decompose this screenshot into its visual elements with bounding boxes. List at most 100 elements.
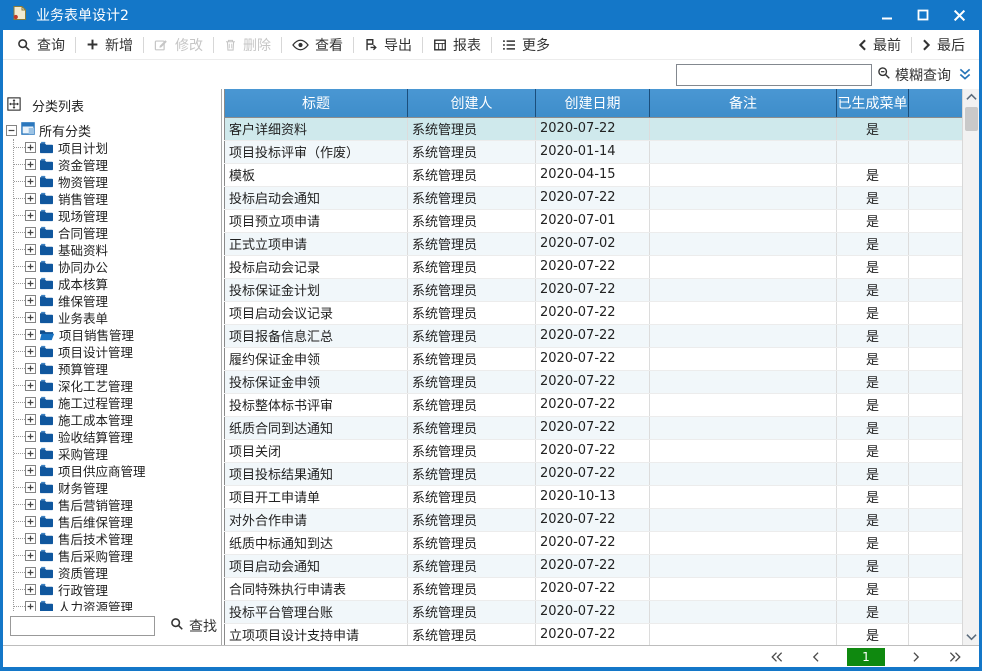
tree-item[interactable]: 售后维保管理 <box>14 513 219 530</box>
tree-item[interactable]: 预算管理 <box>14 360 219 377</box>
table-row[interactable]: 投标启动会记录 系统管理员 2020-07-22 是 <box>225 255 963 278</box>
expand-plus-icon[interactable] <box>25 346 36 357</box>
toolbar-button[interactable]: 新增 <box>76 30 143 59</box>
close-button[interactable] <box>947 5 971 25</box>
table-row[interactable]: 合同特殊执行申请表 系统管理员 2020-07-22 是 <box>225 577 963 600</box>
maximize-button[interactable] <box>911 5 935 25</box>
table-row[interactable]: 项目开工申请单 系统管理员 2020-10-13 是 <box>225 485 963 508</box>
tree-item[interactable]: 人力资源管理 <box>14 598 219 611</box>
table-row[interactable]: 模板 系统管理员 2020-04-15 是 <box>225 163 963 186</box>
expand-plus-icon[interactable] <box>25 176 36 187</box>
expand-plus-icon[interactable] <box>25 261 36 272</box>
nav-last-button[interactable]: 最后 <box>912 35 975 55</box>
expand-plus-icon[interactable] <box>25 448 36 459</box>
table-scrollbar[interactable] <box>962 89 979 645</box>
expand-plus-icon[interactable] <box>25 431 36 442</box>
toolbar-button[interactable]: 删除 <box>214 30 281 59</box>
tree-item[interactable]: 资金管理 <box>14 156 219 173</box>
toolbar-button[interactable]: 修改 <box>144 30 213 59</box>
tree-item[interactable]: 售后技术管理 <box>14 530 219 547</box>
tree-item[interactable]: 施工成本管理 <box>14 411 219 428</box>
tree-item[interactable]: 协同办公 <box>14 258 219 275</box>
expand-plus-icon[interactable] <box>25 516 36 527</box>
prev-page-button[interactable] <box>811 651 820 663</box>
expand-plus-icon[interactable] <box>25 227 36 238</box>
next-page-button[interactable] <box>912 651 921 663</box>
expand-plus-icon[interactable] <box>25 244 36 255</box>
expand-plus-icon[interactable] <box>25 584 36 595</box>
table-row[interactable]: 项目投标评审（作废） 系统管理员 2020-01-14 <box>225 140 963 163</box>
column-header[interactable]: 已生成菜单 <box>837 89 909 117</box>
expand-plus-icon[interactable] <box>25 499 36 510</box>
expand-plus-icon[interactable] <box>25 329 36 340</box>
expand-plus-icon[interactable] <box>25 567 36 578</box>
column-header[interactable]: 备注 <box>650 89 837 117</box>
toolbar-button[interactable]: 查看 <box>282 30 353 59</box>
expand-plus-icon[interactable] <box>25 601 36 611</box>
expand-plus-icon[interactable] <box>25 482 36 493</box>
pan-icon[interactable] <box>7 97 21 115</box>
expand-plus-icon[interactable] <box>25 193 36 204</box>
scrollbar-thumb[interactable] <box>965 107 978 131</box>
collapse-expander-icon[interactable] <box>6 125 17 136</box>
expand-plus-icon[interactable] <box>25 397 36 408</box>
tree-item[interactable]: 维保管理 <box>14 292 219 309</box>
table-row[interactable]: 投标保证金计划 系统管理员 2020-07-22 是 <box>225 278 963 301</box>
tree-item[interactable]: 项目设计管理 <box>14 343 219 360</box>
toolbar-button[interactable]: 更多 <box>492 30 560 59</box>
tree-find-input[interactable] <box>10 616 155 636</box>
tree-item[interactable]: 物资管理 <box>14 173 219 190</box>
toolbar-button[interactable]: 查询 <box>7 30 75 59</box>
minimize-button[interactable] <box>875 5 899 25</box>
table-row[interactable]: 项目关闭 系统管理员 2020-07-22 是 <box>225 439 963 462</box>
expand-plus-icon[interactable] <box>25 380 36 391</box>
fuzzy-search-input[interactable] <box>676 64 872 86</box>
tree-item[interactable]: 售后采购管理 <box>14 547 219 564</box>
tree-item[interactable]: 合同管理 <box>14 224 219 241</box>
table-row[interactable]: 投标启动会通知 系统管理员 2020-07-22 是 <box>225 186 963 209</box>
tree-item[interactable]: 售后营销管理 <box>14 496 219 513</box>
tree-root-node[interactable]: 所有分类 <box>6 121 219 139</box>
table-row[interactable]: 项目预立项申请 系统管理员 2020-07-01 是 <box>225 209 963 232</box>
table-row[interactable]: 纸质中标通知到达 系统管理员 2020-07-22 是 <box>225 531 963 554</box>
table-row[interactable]: 正式立项申请 系统管理员 2020-07-02 是 <box>225 232 963 255</box>
expand-plus-icon[interactable] <box>25 278 36 289</box>
expand-plus-icon[interactable] <box>25 159 36 170</box>
expand-plus-icon[interactable] <box>25 550 36 561</box>
table-row[interactable]: 对外合作申请 系统管理员 2020-07-22 是 <box>225 508 963 531</box>
column-header[interactable]: 创建人 <box>408 89 536 117</box>
table-row[interactable]: 项目投标结果通知 系统管理员 2020-07-22 是 <box>225 462 963 485</box>
table-row[interactable]: 项目启动会通知 系统管理员 2020-07-22 是 <box>225 554 963 577</box>
table-row[interactable]: 项目启动会议记录 系统管理员 2020-07-22 是 <box>225 301 963 324</box>
tree-item[interactable]: 财务管理 <box>14 479 219 496</box>
tree-item[interactable]: 行政管理 <box>14 581 219 598</box>
tree-item[interactable]: 项目计划 <box>14 139 219 156</box>
expand-plus-icon[interactable] <box>25 142 36 153</box>
current-page-badge[interactable]: 1 <box>847 648 885 666</box>
collapse-chevrons-icon[interactable] <box>958 68 972 81</box>
tree-find-button[interactable]: 查找 <box>170 616 217 636</box>
expand-plus-icon[interactable] <box>25 465 36 476</box>
table-row[interactable]: 履约保证金申领 系统管理员 2020-07-22 是 <box>225 347 963 370</box>
table-row[interactable]: 投标保证金申领 系统管理员 2020-07-22 是 <box>225 370 963 393</box>
expand-plus-icon[interactable] <box>25 363 36 374</box>
table-row[interactable]: 项目报备信息汇总 系统管理员 2020-07-22 是 <box>225 324 963 347</box>
nav-first-button[interactable]: 最前 <box>848 35 911 55</box>
table-row[interactable]: 投标整体标书评审 系统管理员 2020-07-22 是 <box>225 393 963 416</box>
first-page-button[interactable] <box>769 651 784 663</box>
expand-plus-icon[interactable] <box>25 533 36 544</box>
tree-item[interactable]: 资质管理 <box>14 564 219 581</box>
table-row[interactable]: 纸质合同到达通知 系统管理员 2020-07-22 是 <box>225 416 963 439</box>
tree-item[interactable]: 现场管理 <box>14 207 219 224</box>
tree-item[interactable]: 施工过程管理 <box>14 394 219 411</box>
fuzzy-search-button[interactable]: 模糊查询 <box>877 65 951 85</box>
expand-plus-icon[interactable] <box>25 312 36 323</box>
toolbar-button[interactable]: 导出 <box>354 30 422 59</box>
tree-item[interactable]: 成本核算 <box>14 275 219 292</box>
column-header[interactable]: 标题 <box>225 89 408 117</box>
column-header[interactable]: 创建日期 <box>536 89 650 117</box>
toolbar-button[interactable]: 报表 <box>423 30 491 59</box>
scroll-up-icon[interactable] <box>963 89 979 105</box>
table-row[interactable]: 客户详细资料 系统管理员 2020-07-22 是 <box>225 117 963 140</box>
tree-item[interactable]: 深化工艺管理 <box>14 377 219 394</box>
